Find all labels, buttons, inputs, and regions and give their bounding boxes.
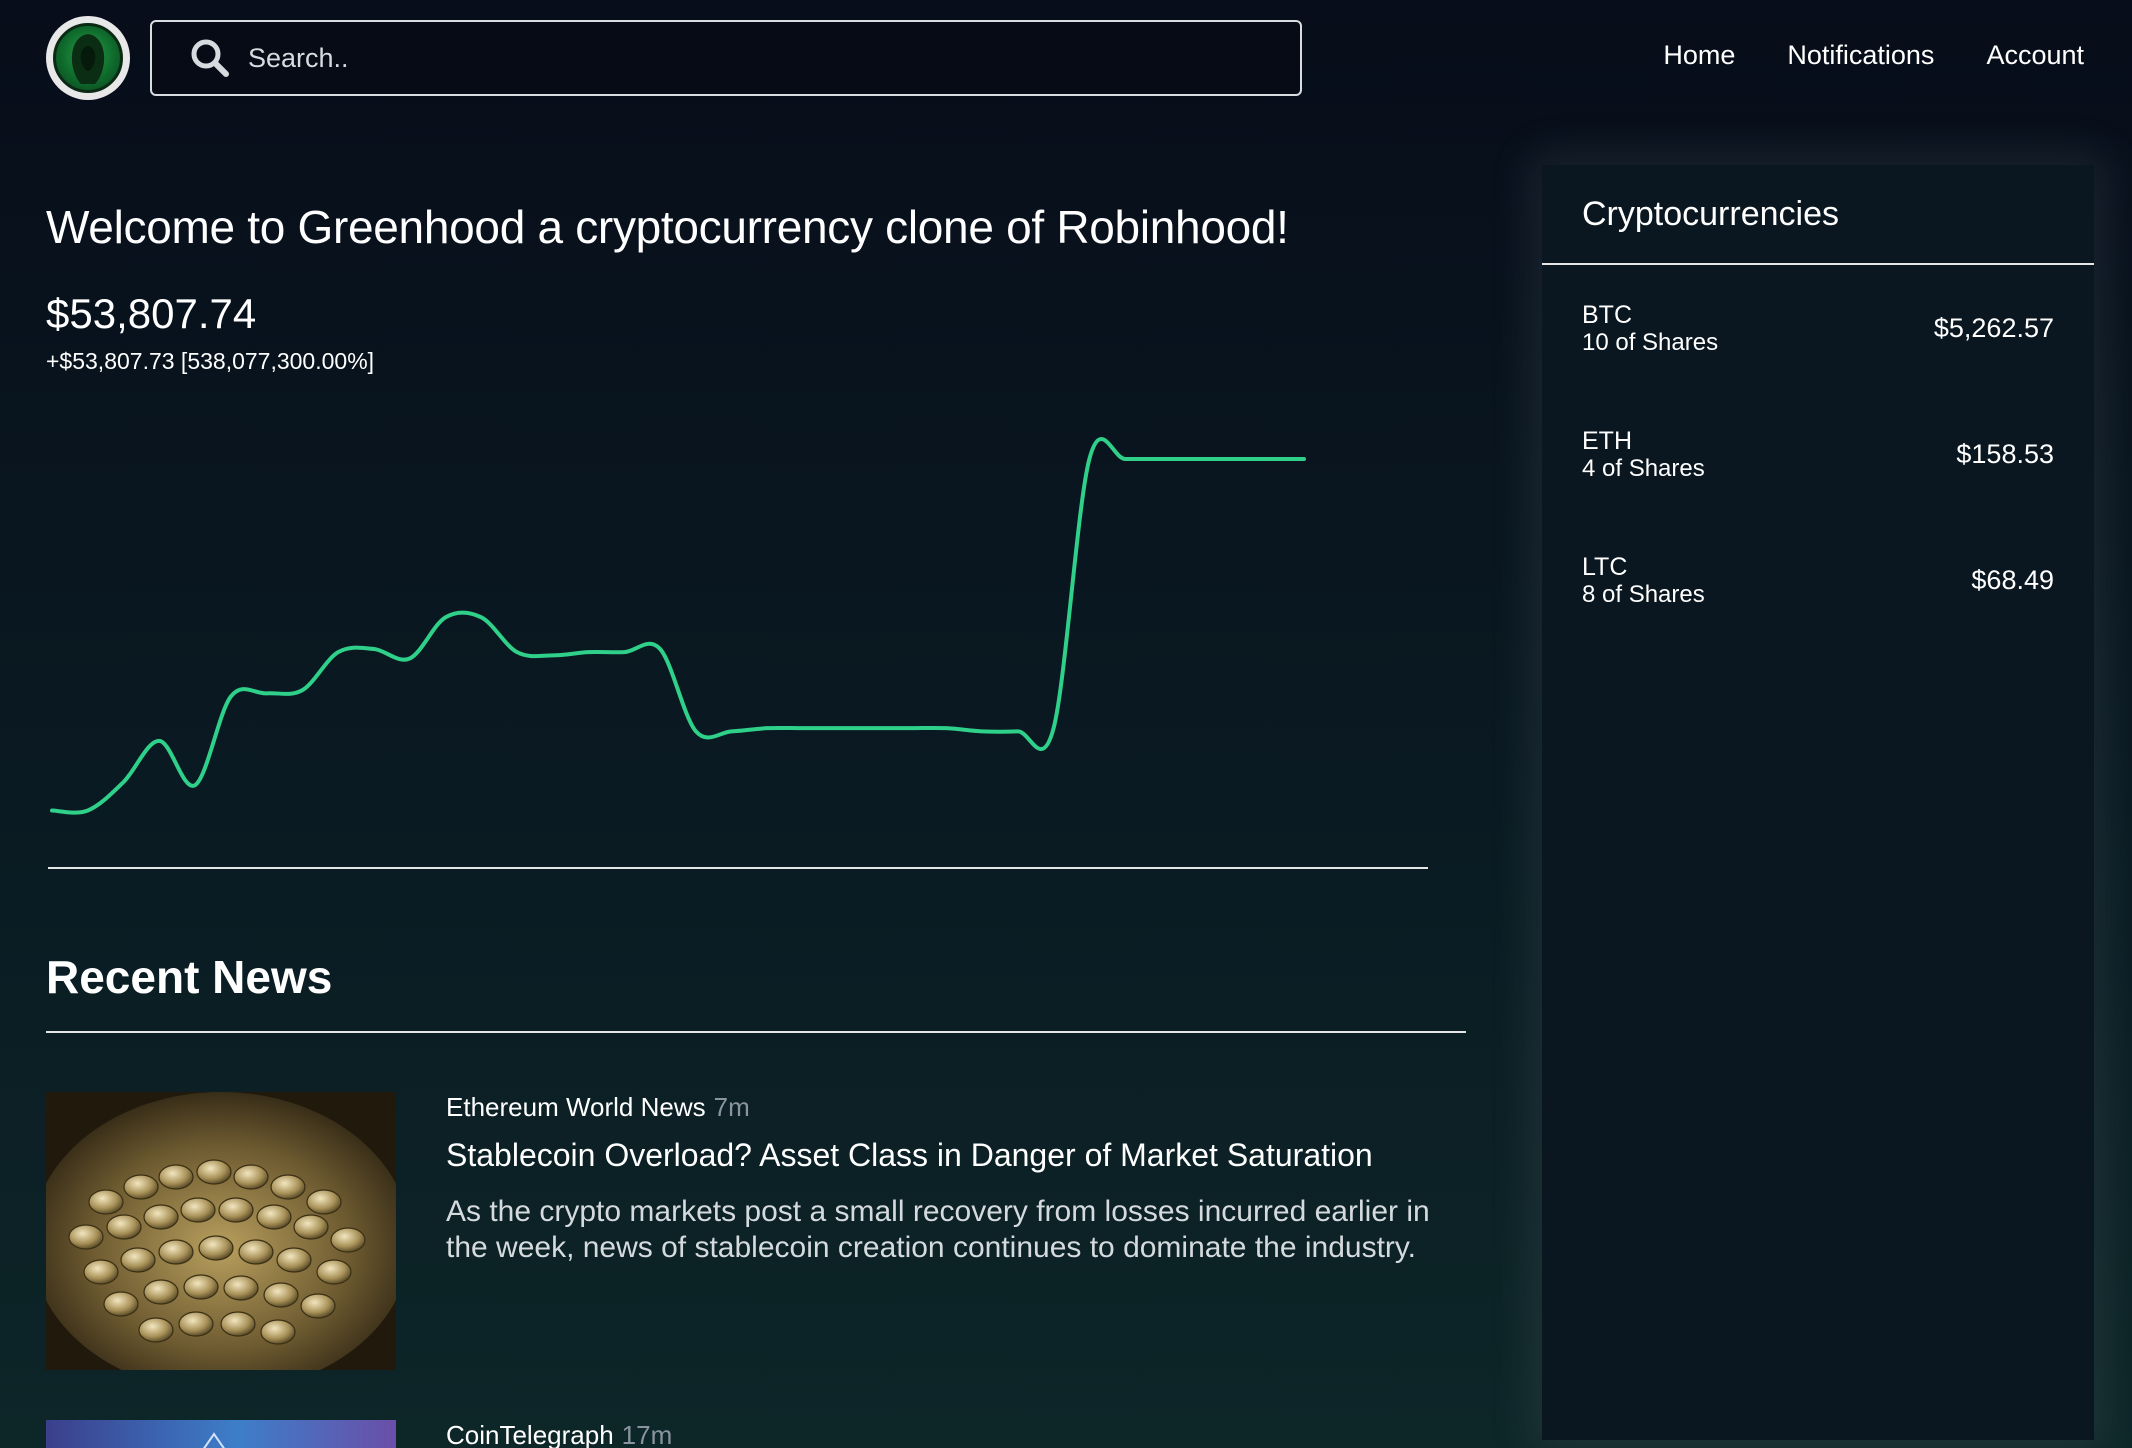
search-bar[interactable] <box>150 20 1302 96</box>
page-title: Welcome to Greenhood a cryptocurrency cl… <box>46 201 1289 253</box>
crypto-symbol: LTC <box>1582 553 1628 581</box>
news-thumbnail[interactable] <box>46 1092 396 1370</box>
crypto-symbol: BTC <box>1582 301 1632 329</box>
nav-account-link[interactable]: Account <box>1986 40 2084 71</box>
news-meta: Ethereum World News 7m <box>446 1092 1446 1123</box>
news-item[interactable]: Ethereum World News 7m Stablecoin Overloa… <box>46 1092 1446 1372</box>
news-time-ago: 17m <box>621 1420 673 1448</box>
crypto-row-eth[interactable]: ETH 4 of Shares $158.53 <box>1542 391 2094 517</box>
search-input[interactable] <box>248 42 1288 74</box>
news-item[interactable]: CoinTelegraph 17m <box>46 1420 1446 1448</box>
portfolio-line-chart[interactable] <box>46 400 1446 880</box>
crypto-price: $5,262.57 <box>1933 313 2054 343</box>
sidebar-title: Cryptocurrencies <box>1542 165 2094 265</box>
news-source: Ethereum World News <box>446 1092 706 1122</box>
news-divider <box>46 1031 1466 1033</box>
hooded-figure-icon <box>71 34 105 84</box>
news-body: Ethereum World News 7m Stablecoin Overloa… <box>446 1092 1446 1266</box>
portfolio-balance: $53,807.74 <box>46 290 257 337</box>
news-description: As the crypto markets post a small recov… <box>446 1195 1430 1264</box>
news-time-ago: 7m <box>713 1092 750 1122</box>
portfolio-series-line <box>50 437 1306 815</box>
nav-home-link[interactable]: Home <box>1663 40 1735 71</box>
greenhood-logo-icon[interactable] <box>46 16 130 100</box>
nav-notifications-link[interactable]: Notifications <box>1787 40 1934 71</box>
news-headline[interactable]: Stablecoin Overload? Asset Class in Dang… <box>446 1137 1446 1174</box>
news-source: CoinTelegraph <box>446 1420 614 1448</box>
news-body: CoinTelegraph 17m <box>446 1420 1446 1448</box>
news-image <box>46 1420 396 1448</box>
crypto-shares: 8 of Shares <box>1582 581 1705 608</box>
coins-image <box>46 1092 396 1370</box>
crypto-row-btc[interactable]: BTC 10 of Shares $5,262.57 <box>1542 265 2094 391</box>
crypto-sidebar: Cryptocurrencies BTC 10 of Shares $5,262… <box>1542 165 2094 1440</box>
top-nav: Home Notifications Account <box>1663 40 2084 71</box>
crypto-shares: 4 of Shares <box>1582 455 1705 482</box>
crypto-symbol: ETH <box>1582 427 1632 455</box>
recent-news-heading: Recent News <box>46 951 333 1003</box>
crypto-shares: 10 of Shares <box>1582 329 1719 356</box>
crypto-price: $68.49 <box>1971 565 2054 595</box>
crypto-row-ltc[interactable]: LTC 8 of Shares $68.49 <box>1542 517 2094 643</box>
logo-emblem <box>53 23 123 93</box>
app-root: Home Notifications Account Welcome to Gr… <box>0 0 2132 1448</box>
crypto-price: $158.53 <box>1956 439 2054 469</box>
news-thumbnail[interactable] <box>46 1420 396 1448</box>
search-icon <box>191 39 229 77</box>
portfolio-change: +$53,807.73 [538,077,300.00%] <box>46 348 375 374</box>
news-meta: CoinTelegraph 17m <box>446 1420 1446 1448</box>
